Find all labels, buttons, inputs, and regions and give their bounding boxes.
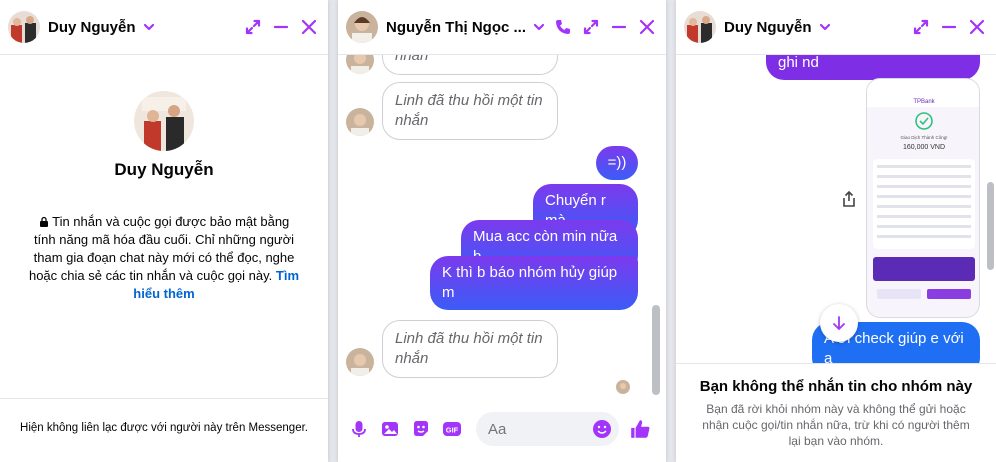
encryption-text: Tin nhắn và cuộc gọi được bảo mật bằng t… [28,214,295,283]
chevron-down-icon[interactable] [142,20,156,34]
recalled-message: Linh đã thu hồi một tin nhắn [382,82,558,140]
avatar[interactable] [684,11,716,43]
chat-header: Nguyễn Thị Ngọc ... [338,0,666,55]
cannot-message-title: Bạn không thể nhắn tin cho nhóm này [699,378,973,395]
arrow-down-icon [833,316,845,331]
seen-avatar [616,380,630,394]
close-icon[interactable] [968,18,986,36]
transfer-receipt-image[interactable]: TPBank Giao Dịch Thành Công! 160,000 VND [866,78,980,318]
encryption-notice: Tin nhắn và cuộc gọi được bảo mật bằng t… [28,213,300,303]
message-input-box[interactable] [476,412,619,446]
share-icon[interactable] [841,190,857,208]
chat-header: Duy Nguyễn [676,0,996,55]
avatar[interactable] [346,11,378,43]
chat-window-duy: Duy Nguyễn Duy Nguyễn Tin nhắn và cuộc g… [0,0,328,462]
gif-label: GIF [446,426,459,435]
cannot-message-footer: Bạn không thể nhắn tin cho nhóm này Bạn … [676,363,996,462]
like-icon[interactable] [629,418,651,440]
expand-icon[interactable] [582,18,600,36]
avatar[interactable] [346,348,374,376]
profile-name: Duy Nguyễn [114,160,214,179]
chat-window-ngoc: Nguyễn Thị Ngọc ... nhắn Linh đã thu hồi… [338,0,666,462]
emoji-icon[interactable] [592,419,612,439]
expand-icon[interactable] [912,18,930,36]
bank-brand: TPBank [913,99,935,105]
bank-status: Giao Dịch Thành Công! [901,135,948,140]
chevron-down-icon[interactable] [532,20,546,34]
message-composer: GIF [338,406,666,452]
sticker-icon[interactable] [411,419,431,439]
close-icon[interactable] [300,18,318,36]
sent-message[interactable]: =)) [596,146,638,180]
bank-amount: 160,000 VND [903,144,945,151]
recalled-message: Linh đã thu hồi một tin nhắn [382,320,558,378]
microphone-icon[interactable] [349,419,369,439]
scroll-down-button[interactable] [820,304,858,342]
avatar[interactable] [346,108,374,136]
cannot-message-desc: Bạn đã rời khỏi nhóm này và không thể gử… [702,402,970,448]
chevron-down-icon[interactable] [818,20,832,34]
contact-name[interactable]: Nguyễn Thị Ngọc ... [386,19,526,36]
lock-icon [39,216,48,227]
scrollbar[interactable] [987,182,994,270]
close-icon[interactable] [638,18,656,36]
chat-tabs-area: Duy Nguyễn Duy Nguyễn Tin nhắn và cuộc g… [0,0,996,462]
minimize-icon[interactable] [272,18,290,36]
phone-icon[interactable] [554,18,572,36]
gif-icon[interactable]: GIF [442,419,462,439]
chat-header: Duy Nguyễn [0,0,328,55]
avatar[interactable] [8,11,40,43]
unavailable-footer: Hiện không liên lạc được với người này t… [0,398,328,462]
image-icon[interactable] [380,419,400,439]
message-input[interactable] [476,420,586,438]
contact-name[interactable]: Duy Nguyễn [724,19,812,36]
minimize-icon[interactable] [610,18,628,36]
scrollbar[interactable] [652,305,660,395]
unavailable-text: Hiện không liên lạc được với người này t… [20,421,308,434]
profile-avatar [134,91,194,151]
minimize-icon[interactable] [940,18,958,36]
chat-window-duy-group: Duy Nguyễn ghi nd TPBank Giao Dịch Thành… [676,0,996,462]
expand-icon[interactable] [244,18,262,36]
contact-name[interactable]: Duy Nguyễn [48,19,136,36]
sent-message[interactable]: K thì b báo nhóm hủy giúp m [430,256,638,310]
